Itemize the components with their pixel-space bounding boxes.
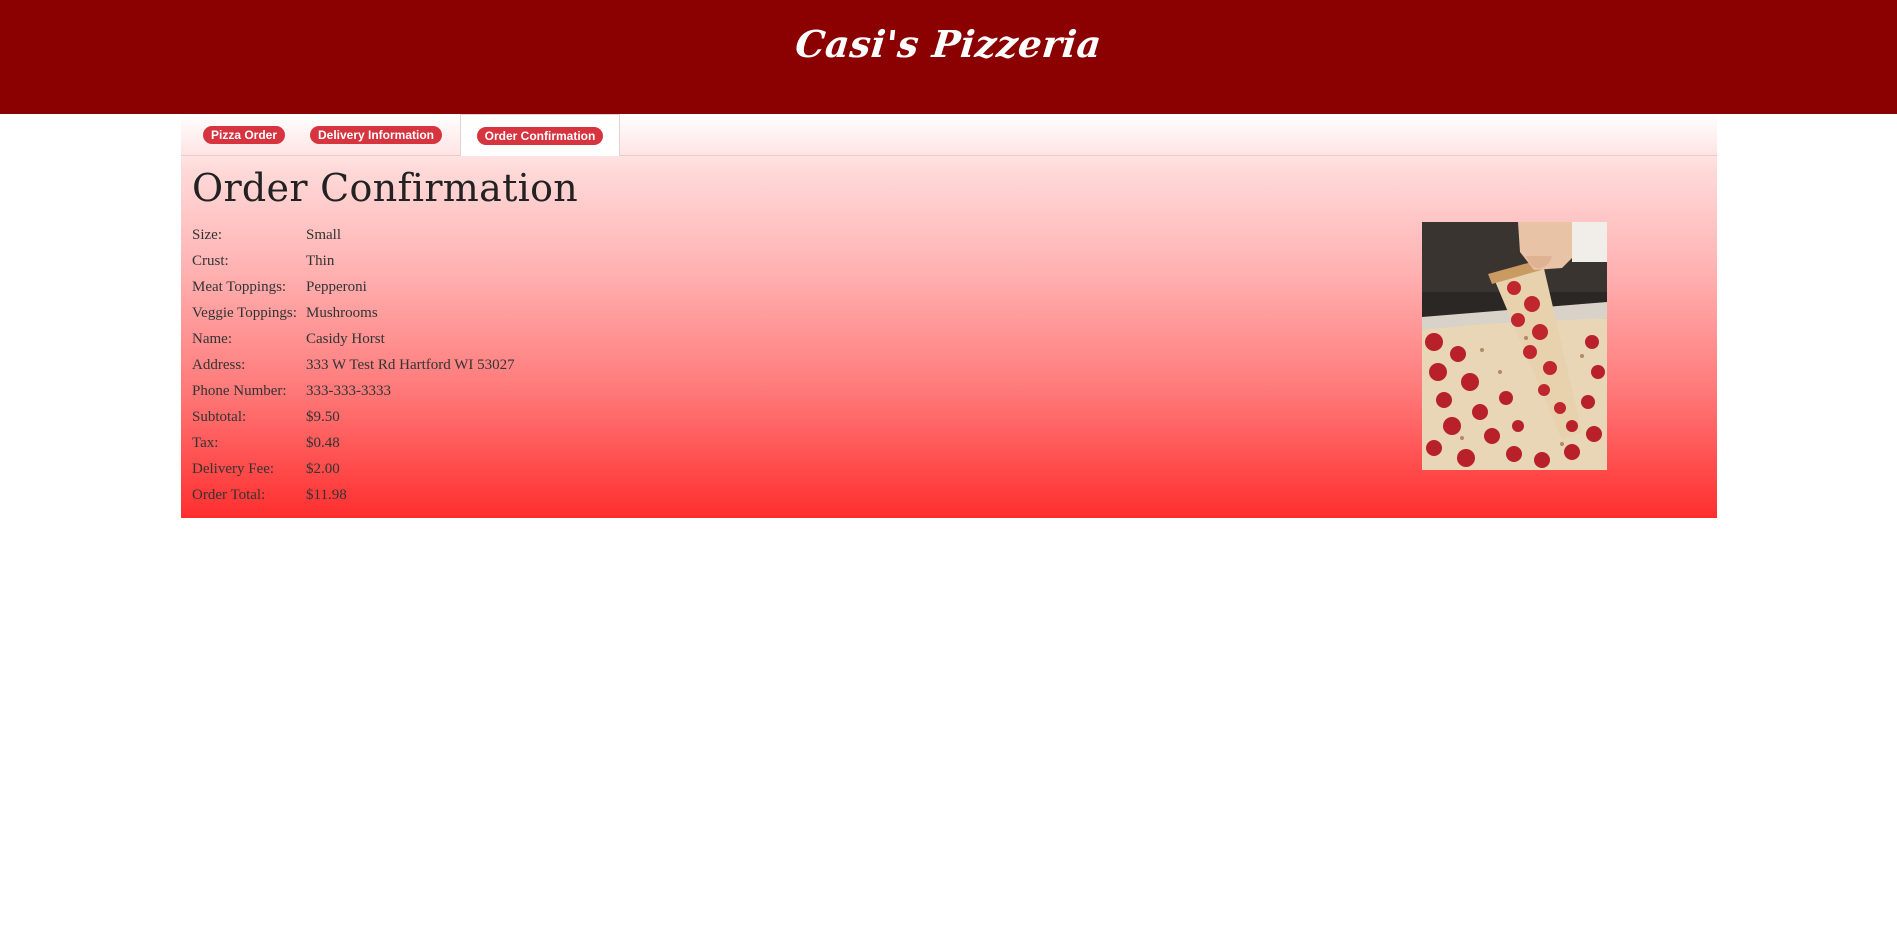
tab-delivery-information-label: Delivery Information bbox=[309, 125, 443, 144]
order-details-table: Size: Small Crust: Thin Meat Toppings: P… bbox=[192, 222, 515, 508]
site-header: Casi's Pizzeria bbox=[0, 0, 1897, 114]
detail-label: Order Total: bbox=[192, 486, 266, 503]
detail-label: Meat Toppings: bbox=[192, 278, 287, 295]
detail-value: Casidy Horst bbox=[306, 330, 385, 347]
detail-row-crust: Crust: Thin bbox=[192, 248, 515, 274]
detail-value: Thin bbox=[306, 252, 335, 269]
tab-order-confirmation[interactable]: Order Confirmation bbox=[460, 114, 620, 156]
detail-row-size: Size: Small bbox=[192, 222, 515, 248]
detail-label: Address: bbox=[192, 356, 246, 373]
detail-row-address: Address: 333 W Test Rd Hartford WI 53027 bbox=[192, 352, 515, 378]
detail-label: Tax: bbox=[192, 434, 219, 451]
pizza-photo bbox=[1422, 222, 1607, 470]
tab-pizza-order[interactable]: Pizza Order bbox=[192, 114, 296, 155]
detail-value: Small bbox=[306, 226, 342, 243]
detail-row-delivery-fee: Delivery Fee: $2.00 bbox=[192, 456, 515, 482]
detail-label: Veggie Toppings: bbox=[192, 304, 297, 321]
detail-row-meat-toppings: Meat Toppings: Pepperoni bbox=[192, 274, 515, 300]
detail-value: Pepperoni bbox=[306, 278, 367, 295]
detail-label: Delivery Fee: bbox=[192, 460, 275, 477]
detail-row-tax: Tax: $0.48 bbox=[192, 430, 515, 456]
detail-value: $0.48 bbox=[306, 434, 340, 451]
detail-label: Crust: bbox=[192, 252, 229, 269]
tab-strip: Pizza Order Delivery Information Order C… bbox=[181, 114, 1717, 156]
detail-label: Name: bbox=[192, 330, 232, 347]
detail-row-order-total: Order Total: $11.98 bbox=[192, 482, 515, 508]
detail-label: Subtotal: bbox=[192, 408, 247, 425]
order-panel: Pizza Order Delivery Information Order C… bbox=[181, 114, 1717, 518]
tab-pizza-order-label: Pizza Order bbox=[202, 125, 286, 144]
detail-value: Mushrooms bbox=[306, 304, 378, 321]
detail-value: $9.50 bbox=[306, 408, 340, 425]
detail-row-veggie-toppings: Veggie Toppings: Mushrooms bbox=[192, 300, 515, 326]
detail-value: $11.98 bbox=[306, 486, 347, 503]
detail-row-subtotal: Subtotal: $9.50 bbox=[192, 404, 515, 430]
detail-row-name: Name: Casidy Horst bbox=[192, 326, 515, 352]
tab-order-confirmation-label: Order Confirmation bbox=[476, 126, 604, 145]
pizza-illustration bbox=[1422, 222, 1607, 470]
detail-row-phone-number: Phone Number: 333-333-3333 bbox=[192, 378, 515, 404]
page-title: Order Confirmation bbox=[192, 166, 579, 210]
site-title: Casi's Pizzeria bbox=[793, 22, 1104, 66]
detail-label: Size: bbox=[192, 226, 222, 243]
detail-value: $2.00 bbox=[306, 460, 340, 477]
tab-delivery-information[interactable]: Delivery Information bbox=[304, 114, 448, 155]
detail-value: 333 W Test Rd Hartford WI 53027 bbox=[306, 356, 515, 373]
detail-value: 333-333-3333 bbox=[306, 382, 391, 399]
detail-label: Phone Number: bbox=[192, 382, 287, 399]
